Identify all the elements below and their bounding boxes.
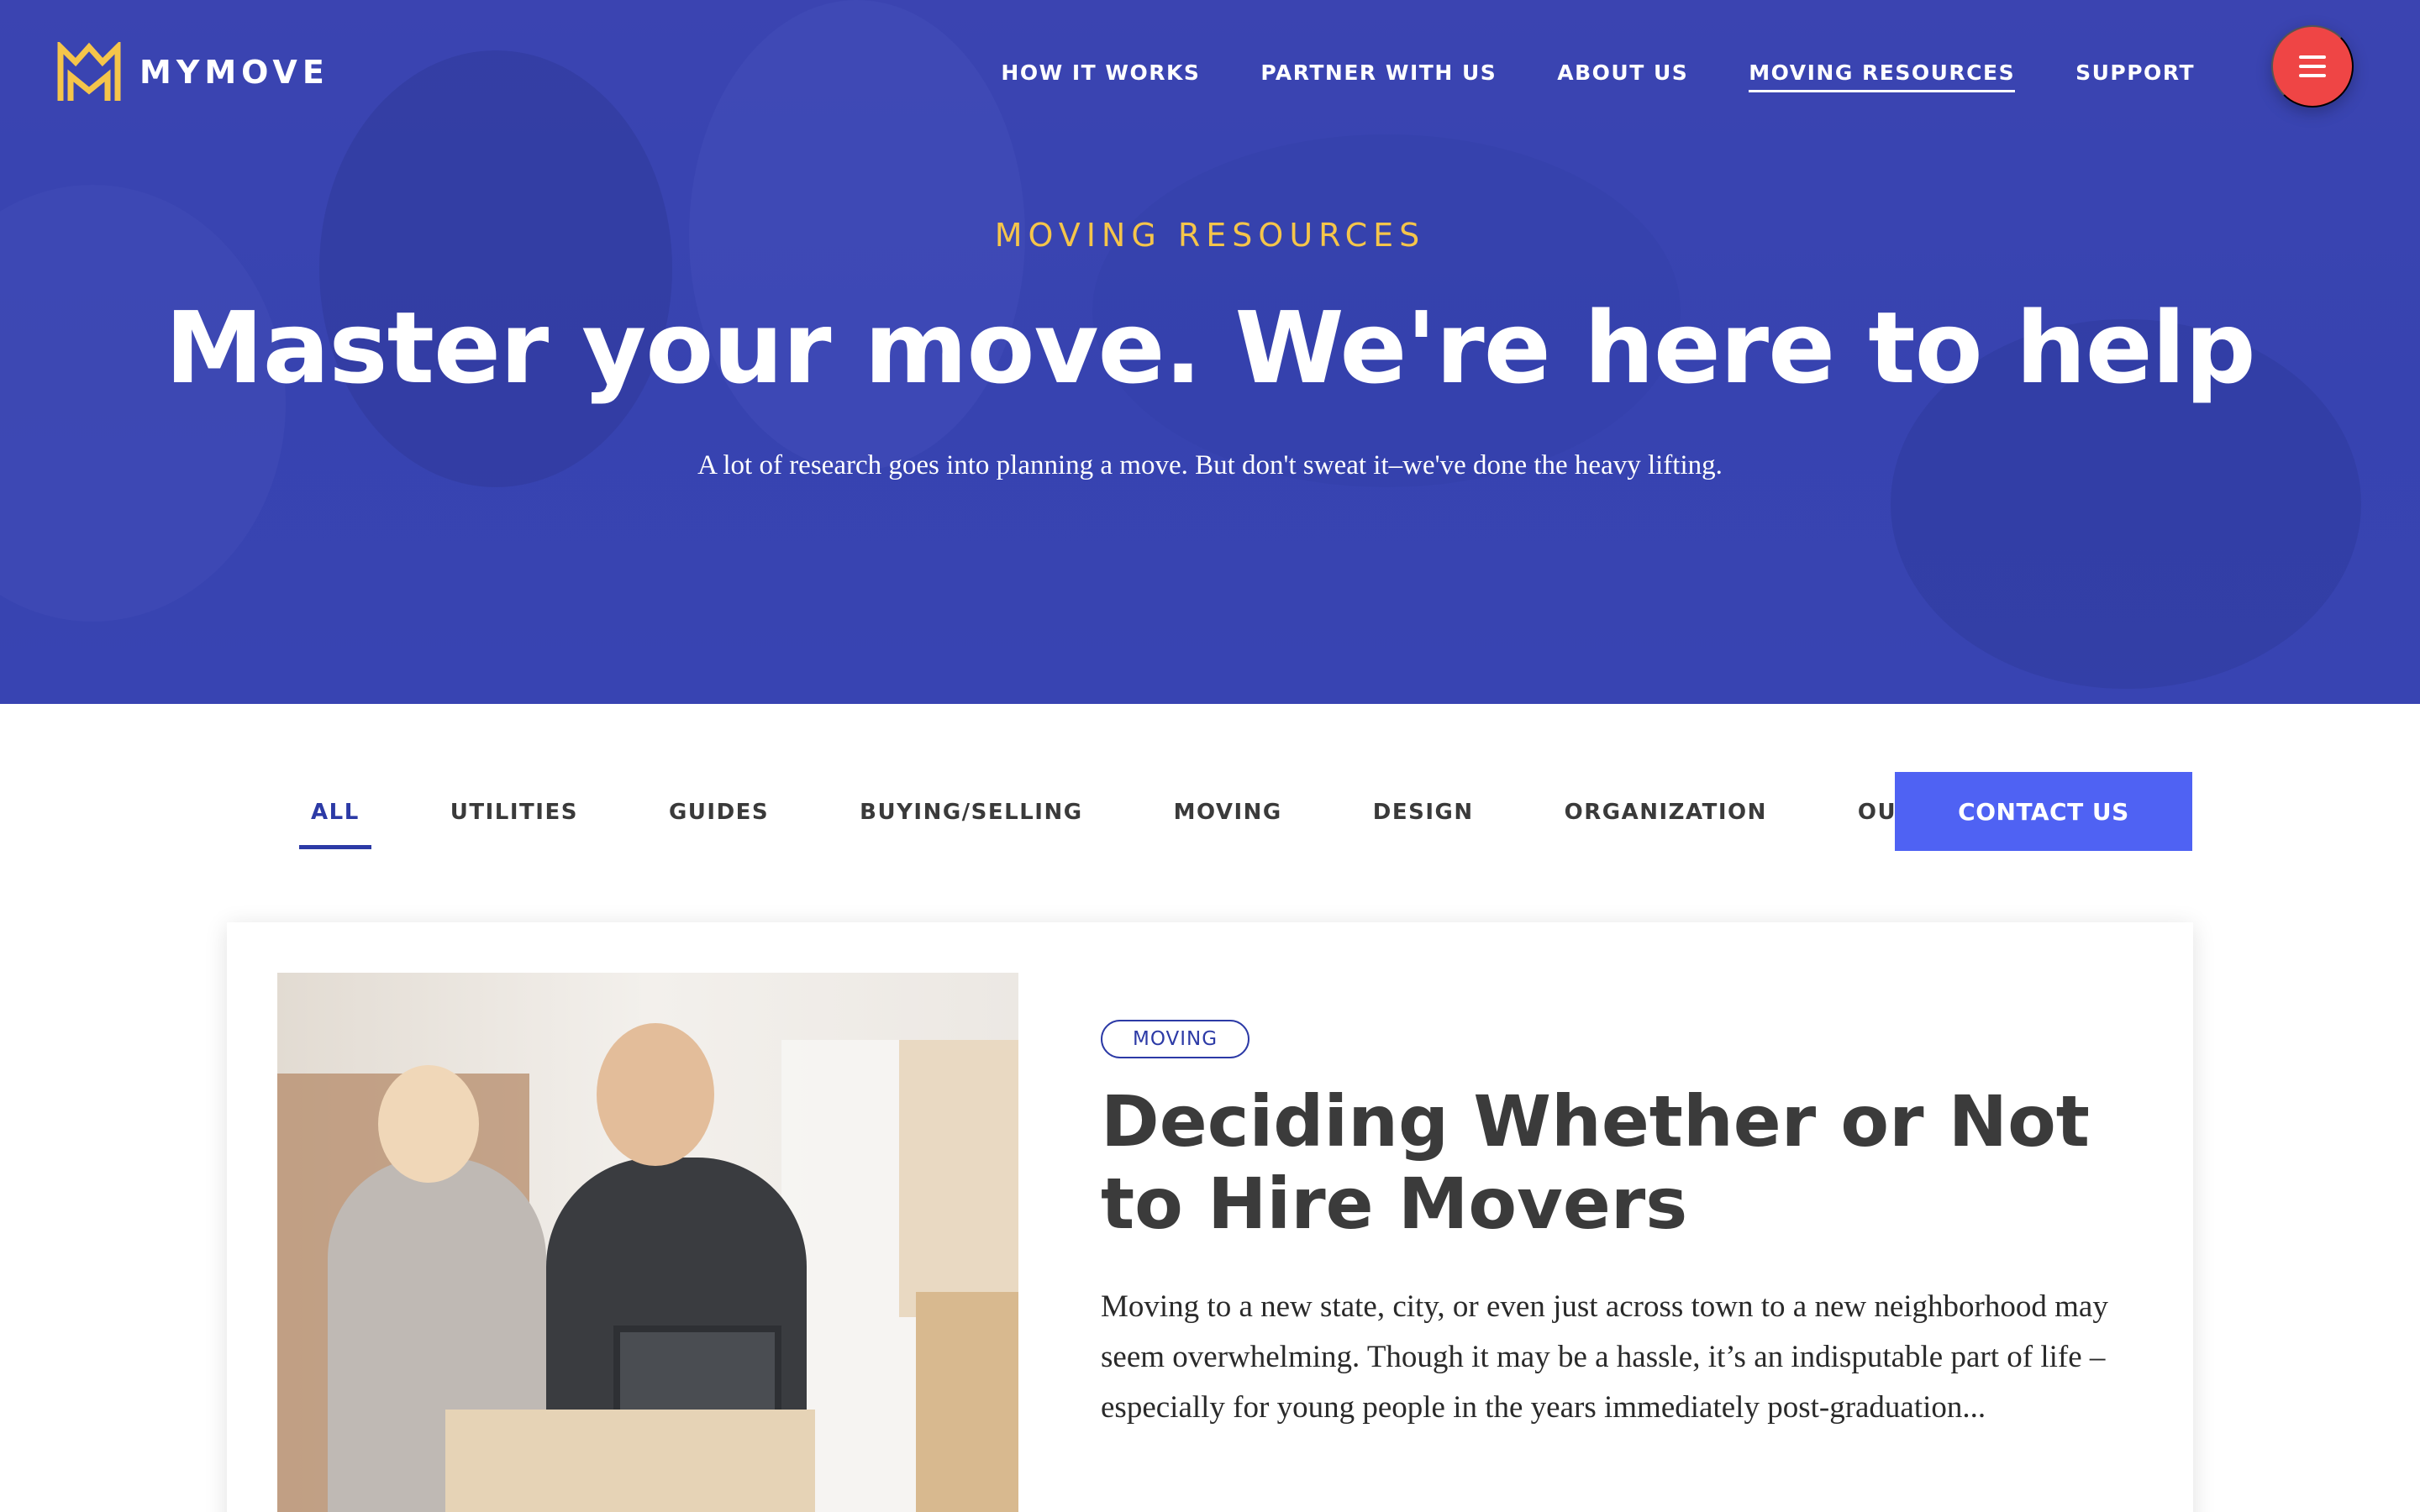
filter-guides[interactable]: GUIDES [657,790,781,849]
filter-organization[interactable]: ORGANIZATION [1553,790,1779,849]
featured-article-card[interactable]: MOVING Deciding Whether or Not to Hire M… [227,922,2193,1512]
category-filter-bar: ALL UTILITIES GUIDES BUYING/SELLING MOVI… [299,790,2002,849]
nav-support[interactable]: SUPPORT [2075,60,2195,92]
brand-name: MYMOVE [139,54,329,91]
filter-all[interactable]: ALL [299,790,371,849]
nav-partner-with-us[interactable]: PARTNER WITH US [1260,60,1497,92]
article-title-line-1: Deciding Whether or Not [1101,1080,2090,1163]
article-excerpt: Moving to a new state, city, or even jus… [1101,1289,2108,1425]
contact-us-button[interactable]: CONTACT US [1895,772,2192,851]
mymove-logo-icon [57,42,121,101]
filter-design[interactable]: DESIGN [1361,790,1486,849]
hero-title: Master your move. We're here to help [165,290,2255,406]
nav-moving-resources[interactable]: MOVING RESOURCES [1749,60,2016,92]
article-category-tag[interactable]: MOVING [1101,1020,1250,1058]
nav-about-us[interactable]: ABOUT US [1557,60,1688,92]
nav-how-it-works[interactable]: HOW IT WORKS [1001,60,1200,92]
article-title-line-2: to Hire Movers [1101,1163,1688,1245]
main-nav: HOW IT WORKS PARTNER WITH US ABOUT US MO… [1001,60,2195,92]
menu-button[interactable] [2271,25,2354,108]
article-image[interactable] [277,973,1018,1512]
hamburger-icon [2299,55,2326,77]
filter-utilities[interactable]: UTILITIES [439,790,590,849]
mymove-logo[interactable]: MYMOVE [57,42,329,102]
filter-buying-selling[interactable]: BUYING/SELLING [848,790,1094,849]
hero-banner: MYMOVE HOW IT WORKS PARTNER WITH US ABOU… [0,0,2420,704]
hero-eyebrow: MOVING RESOURCES [994,217,1426,254]
filter-moving[interactable]: MOVING [1162,790,1294,849]
hero-subtitle: A lot of research goes into planning a m… [697,450,1723,480]
article-title[interactable]: Deciding Whether or Not to Hire Movers [1101,1080,2109,1245]
